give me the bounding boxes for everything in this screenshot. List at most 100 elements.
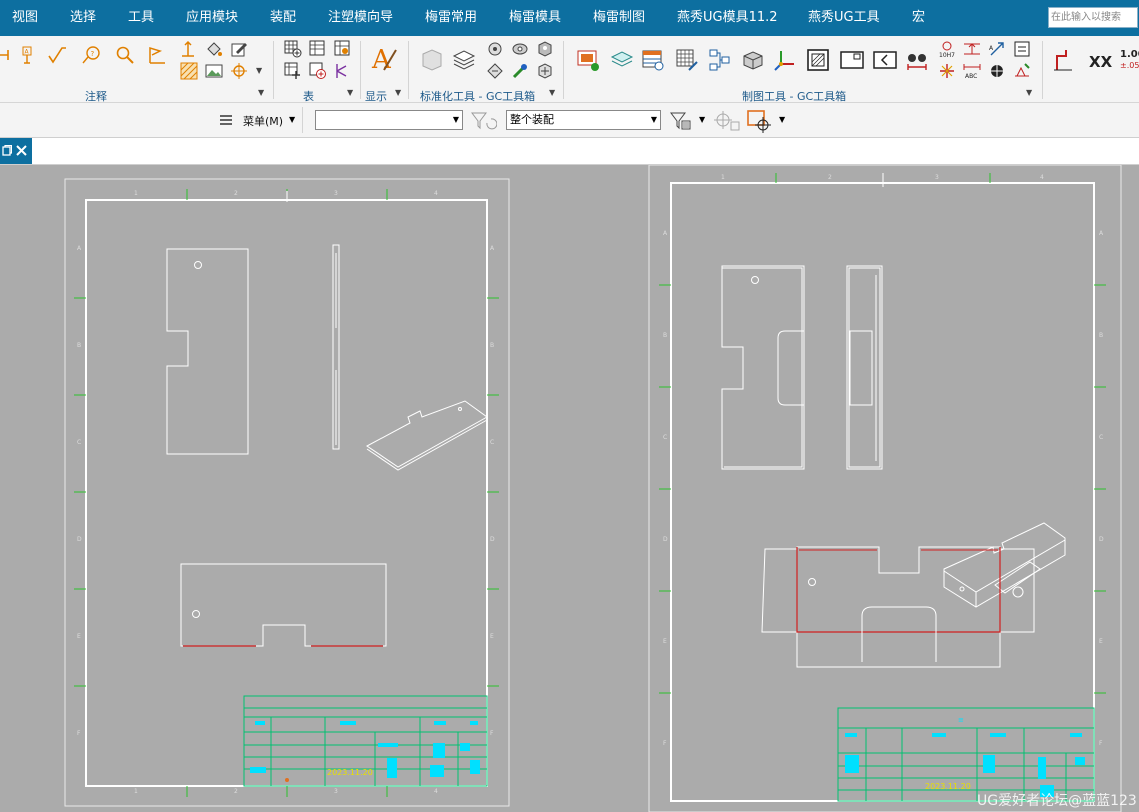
drawing-workspace[interactable]: 1 2 3 4 1 2 3 4 A B C D E F A B C D E F (0, 165, 1139, 812)
stack-views-icon[interactable] (610, 48, 634, 72)
gc-drafting-group-menu-icon[interactable]: ▼ (1026, 88, 1032, 97)
fit-tolerance-icon[interactable]: 10H7 (938, 40, 956, 58)
command-search-input[interactable]: 在此输入以搜索 (1048, 7, 1138, 28)
menu-view[interactable]: 视图 (12, 0, 38, 36)
break-line-icon[interactable] (873, 48, 897, 72)
front-view[interactable] (166, 248, 249, 455)
menu-meilei-drafting[interactable]: 梅雷制图 (593, 0, 645, 36)
dimension-tolerance-icon[interactable] (963, 40, 981, 58)
close-icon[interactable] (16, 145, 27, 156)
edit-annotation-icon[interactable] (230, 40, 248, 58)
tabular-note-icon[interactable] (284, 62, 302, 80)
menu-assembly[interactable]: 装配 (270, 0, 296, 36)
display-group-menu-icon[interactable]: ▼ (395, 88, 401, 97)
layers-icon[interactable] (452, 48, 476, 72)
filter-dropdown-icon[interactable]: ▼ (699, 115, 705, 124)
target-point-icon[interactable] (230, 62, 248, 80)
3d-view-icon[interactable] (741, 48, 765, 72)
gc-standard-group-menu-icon[interactable]: ▼ (549, 88, 555, 97)
binoculars-icon[interactable] (905, 48, 929, 72)
balloon-icon[interactable]: ? (82, 46, 100, 64)
menu-yanxiu-mold[interactable]: 燕秀UG模具11.2 (677, 0, 778, 36)
flat-pattern-view[interactable] (761, 546, 1035, 668)
weld-symbol-icon[interactable] (1013, 62, 1031, 80)
precision-bottom-label[interactable]: ±.05 (1120, 61, 1139, 70)
menu-icon[interactable] (219, 113, 233, 127)
ejector-icon[interactable] (536, 62, 554, 80)
left-sheet[interactable]: 1 2 3 4 1 2 3 4 A B C D E F A B C D E F (64, 178, 510, 807)
watermark-text: UG爱好者论坛@蓝蓝123 (977, 793, 1137, 809)
leader-icon[interactable] (180, 40, 198, 58)
menu-tools[interactable]: 工具 (128, 0, 154, 36)
menu-macro[interactable]: 宏 (912, 0, 925, 36)
annotation-more-arrow[interactable]: ▼ (256, 66, 262, 75)
type-filter-select[interactable]: ▼ (315, 110, 463, 130)
point-dropdown-icon[interactable]: ▼ (779, 115, 785, 124)
note-block-icon[interactable] (1013, 40, 1031, 58)
group-gc-standard-label: 标准化工具 - GC工具箱 (420, 90, 536, 103)
assembly-scope-select[interactable]: 整个装配 ▼ (506, 110, 661, 130)
hole-table-icon[interactable] (334, 40, 352, 58)
menu-application[interactable]: 应用模块 (186, 0, 238, 36)
side-view[interactable] (846, 265, 883, 470)
hierarchy-icon[interactable] (708, 48, 732, 72)
pin-icon[interactable] (511, 62, 529, 80)
section-frame-icon[interactable] (806, 48, 830, 72)
chamfer-dimension-icon[interactable] (1052, 48, 1076, 72)
datum-feature-icon[interactable]: A (18, 46, 36, 64)
filter-reset-icon[interactable] (471, 111, 497, 131)
flat-pattern-view[interactable] (180, 563, 387, 647)
parts-list-icon[interactable] (309, 40, 327, 58)
text-style-icon[interactable]: A (370, 44, 398, 74)
select-point-icon[interactable] (746, 109, 774, 135)
coordinate-axis-icon[interactable] (773, 48, 797, 72)
fill-icon[interactable] (205, 40, 223, 58)
table-note-icon[interactable] (284, 40, 302, 58)
grid-edit-icon[interactable] (675, 48, 699, 72)
image-icon[interactable] (205, 62, 223, 80)
menu-meilei-mold[interactable]: 梅雷模具 (509, 0, 561, 36)
screw-icon[interactable] (486, 62, 504, 80)
left-date-label: 2023.11.20 (327, 768, 373, 777)
menu-select[interactable]: 选择 (70, 0, 96, 36)
block-part-icon[interactable] (536, 40, 554, 58)
drawing-frame-icon[interactable] (576, 48, 600, 72)
abc-dimension-icon[interactable]: ABC (963, 62, 981, 80)
dimension-text-label[interactable]: XX (1089, 53, 1112, 71)
menu-dropdown-icon[interactable]: ▼ (289, 115, 295, 124)
title-block-icon[interactable] (641, 48, 665, 72)
surface-finish-icon[interactable] (48, 46, 66, 64)
isometric-view[interactable] (366, 400, 488, 471)
front-view[interactable] (721, 265, 805, 470)
hatch-icon[interactable] (180, 62, 198, 80)
border-icon[interactable] (840, 48, 864, 72)
snap-point-icon[interactable] (713, 110, 741, 132)
isometric-view[interactable] (943, 522, 1066, 608)
menu-button[interactable]: 菜单(M) (243, 113, 283, 129)
document-tab[interactable] (0, 138, 32, 164)
bend-table-icon[interactable] (334, 62, 352, 80)
zoom-icon[interactable] (116, 46, 134, 64)
spring-icon[interactable] (511, 40, 529, 58)
right-sheet[interactable]: 1 2 3 4 A B C D E F A B C D E F ≡ 2023.1… (648, 165, 1122, 812)
surface-symbol-icon[interactable] (988, 62, 1006, 80)
menu-yanxiu-tools[interactable]: 燕秀UG工具 (808, 0, 880, 36)
auto-balloon-icon[interactable] (309, 62, 327, 80)
precision-top-label[interactable]: 1.00 (1120, 49, 1139, 60)
restore-icon[interactable] (2, 145, 12, 156)
svg-text:10H7: 10H7 (939, 52, 955, 58)
gear-part-icon[interactable] (486, 40, 504, 58)
drawing-canvas[interactable]: 1 2 3 4 1 2 3 4 A B C D E F A B C D E F (0, 165, 1139, 812)
selection-filter-icon[interactable] (670, 111, 692, 131)
annotation-group-menu-icon[interactable]: ▼ (258, 88, 264, 97)
menu-mold-wizard[interactable]: 注塑模向导 (328, 0, 393, 36)
weld-flag-icon[interactable] (148, 46, 166, 64)
table-group-menu-icon[interactable]: ▼ (347, 88, 353, 97)
chevron-down-icon: ▼ (650, 115, 657, 124)
side-view[interactable] (332, 244, 340, 450)
hole-pattern-icon[interactable] (938, 62, 956, 80)
standard-part-icon[interactable] (420, 48, 444, 72)
datum-icon[interactable] (0, 46, 18, 64)
menu-meilei-common[interactable]: 梅雷常用 (425, 0, 477, 36)
text-leader-icon[interactable]: A (988, 40, 1006, 58)
